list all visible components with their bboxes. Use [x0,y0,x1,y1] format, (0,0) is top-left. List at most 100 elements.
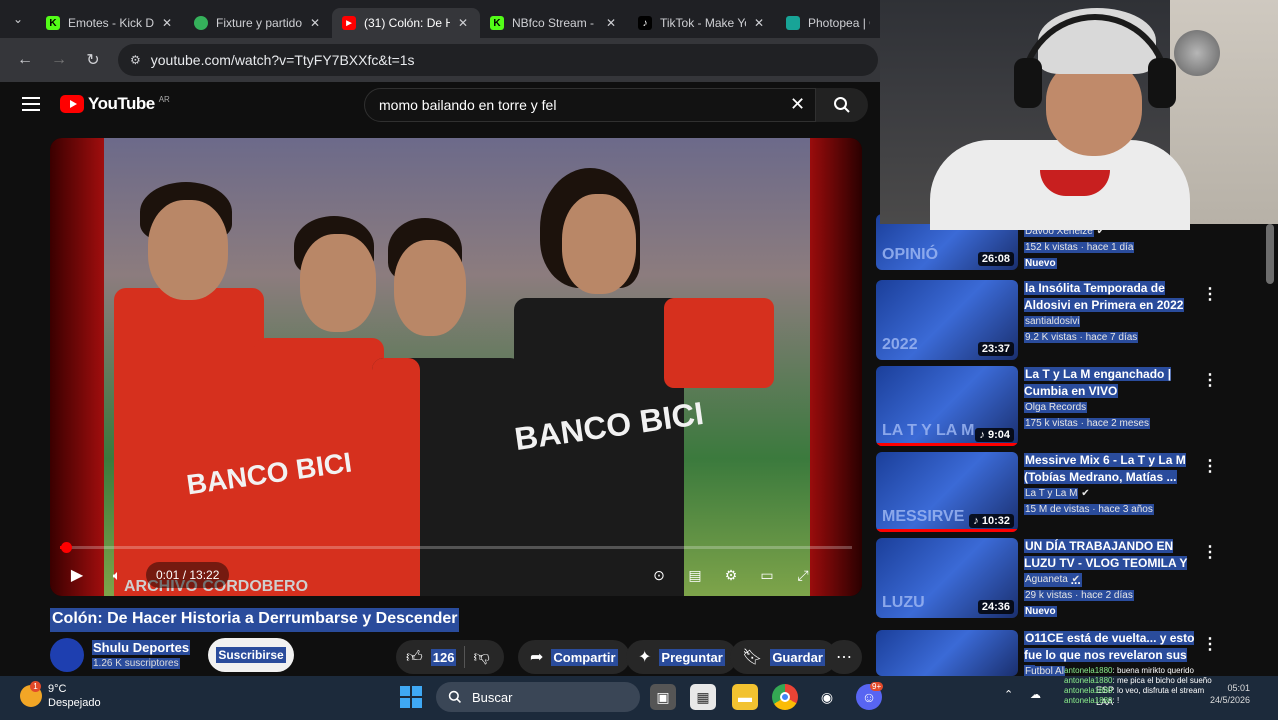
recommendation-item[interactable]: 2022 23:37 la Insólita Temporada de Aldo… [876,280,1264,362]
thumbnail-text: OPINIÓ [882,246,939,263]
bookmark-icon: 🔖︎ [742,649,763,666]
more-options-icon[interactable]: ⋮ [1202,542,1218,562]
recommendation-item[interactable]: LUZU 24:36 UN DÍA TRABAJANDO EN LUZU TV … [876,538,1264,620]
clear-search-icon[interactable]: ✕ [790,94,805,115]
weather-widget[interactable]: 1 9°C Despejado [20,681,101,710]
sidebar-scrollbar[interactable] [1266,224,1274,284]
channel-name[interactable]: Olga Records [1024,402,1088,413]
chat-message: antonela1880: ! [1064,696,1120,705]
theater-mode-icon[interactable]: ▭ [756,564,778,586]
more-actions-button[interactable]: ⋯ [826,640,862,674]
volume-icon[interactable]: 🔈︎ [104,562,130,588]
channel-name[interactable]: La T y La M ✔ [1024,488,1090,499]
tab-title: Fixture y partidos [216,16,302,30]
recommendation-item[interactable]: LA T Y LA M ♪ 9:04 La T y La M enganchad… [876,366,1264,448]
channel-name[interactable]: santialdosivi [1024,316,1081,327]
video-thumbnail[interactable]: MESSIRVE ♪ 10:32 [876,452,1018,532]
search-button[interactable] [816,88,868,122]
back-arrow-icon[interactable]: ← [8,43,42,77]
duration-badge: ♪ 9:04 [975,428,1014,442]
duration-badge: 26:08 [977,252,1014,266]
search-input[interactable]: momo bailando en torre y fel [364,88,816,122]
search-query: momo bailando en torre y fel [379,97,557,113]
watched-progress [876,529,1018,532]
close-tab-icon[interactable]: ✕ [754,16,766,30]
duration-badge: 24:36 [977,600,1014,614]
channel-avatar[interactable] [50,638,84,672]
tray-expand-icon[interactable]: ⌃ [1004,688,1013,701]
save-button[interactable]: 🔖︎ Guardar [730,640,837,674]
browser-tab[interactable]: Photopea | Onl [776,8,880,38]
chat-message: antonela1880: me pica el bicho del sueño [1064,676,1212,685]
forward-arrow-icon[interactable]: → [42,43,76,77]
tab-search-button[interactable]: ⌄ [0,0,36,38]
site-info-icon[interactable]: ⚙ [130,53,141,67]
player-right-controls: ⊙ ▤ ⚙ ▭ ⤢ [648,560,814,590]
watched-progress [876,443,1018,446]
recommendation-item[interactable]: MESSIRVE ♪ 10:32 Messirve Mix 6 - La T y… [876,452,1264,534]
like-button[interactable]: 👍︎ [406,648,423,667]
chrome-icon[interactable] [772,684,798,710]
browser-tab-active[interactable]: ▶ (31) Colón: De H ✕ [332,8,480,38]
like-dislike-group: 👍︎ 126 👎︎ [396,640,504,674]
close-tab-icon[interactable]: ✕ [162,16,174,30]
youtube-logo[interactable]: YouTube AR [60,94,170,114]
video-title[interactable]: la Insólita Temporada de Aldosivi en Pri… [1024,280,1200,314]
browser-tab[interactable]: ♪ TikTok - Make Yo ✕ [628,8,776,38]
video-thumbnail[interactable]: LUZU 24:36 [876,538,1018,618]
chat-message: antonela1880: buena mirikto querido [1064,666,1194,675]
play-icon[interactable]: ▶ [64,562,90,588]
video-thumbnail[interactable]: LA T Y LA M ♪ 9:04 [876,366,1018,446]
autoplay-toggle-icon[interactable]: ⊙ [648,564,670,586]
close-tab-icon[interactable]: ✕ [458,16,470,30]
subtitles-icon[interactable]: ▤ [684,564,706,586]
video-thumbnail[interactable] [876,630,1018,676]
video-thumbnail[interactable]: 2022 23:37 [876,280,1018,360]
more-options-icon[interactable]: ⋮ [1202,284,1218,304]
start-menu-icon[interactable] [400,686,422,708]
share-button[interactable]: ➦ Compartir [518,640,630,674]
close-tab-icon[interactable]: ✕ [310,16,322,30]
channel-name[interactable]: Shulu Deportes [92,640,191,655]
browser-tab[interactable]: Fixture y partidos ✕ [184,8,332,38]
channel-name[interactable]: Aguaneta ✔ [1024,574,1080,585]
channel-name[interactable]: Futbol Al [1024,666,1065,676]
close-tab-icon[interactable]: ✕ [606,16,618,30]
address-bar[interactable]: ⚙ youtube.com/watch?v=TtyFY7BXXfc&t=1s [118,44,878,76]
progress-scrubber[interactable] [61,542,72,553]
notification-badge: 1 [30,681,41,692]
fullscreen-icon[interactable]: ⤢ [792,564,814,586]
browser-tab[interactable]: K Emotes - Kick Das ✕ [36,8,184,38]
obs-icon[interactable]: ◉ [814,684,840,710]
browser-tab[interactable]: K NBfco Stream - K ✕ [480,8,628,38]
player-head [394,240,466,336]
subscribe-button[interactable]: Suscribirse [208,638,294,672]
file-explorer-icon[interactable]: ▬ [732,684,758,710]
subscriber-count: 1.26 K suscriptores [92,658,180,669]
sun-icon: 1 [20,681,42,707]
taskbar-search[interactable]: Buscar [436,682,640,712]
save-label: Guardar [770,648,825,666]
settings-gear-icon[interactable]: ⚙ [720,564,742,586]
cloud-icon[interactable]: ☁ [1030,688,1041,701]
chat-message: antonela1880: lo veo, disfruta el stream [1064,686,1205,695]
player-head [148,200,228,300]
video-player[interactable]: BANCO BICI BANCO BICI ARCHIVO CORDOBERO … [50,138,862,596]
more-options-icon[interactable]: ⋮ [1202,370,1218,390]
more-options-icon[interactable]: ⋮ [1202,634,1218,654]
thumbnail-text: LA T Y LA M [882,422,975,439]
video-title[interactable]: La T y La M enganchado | Cumbia en VIVO [1024,366,1200,400]
menu-icon[interactable] [22,97,40,111]
youtube-icon: ▶ [342,16,356,30]
ask-button[interactable]: ✦ Preguntar [626,640,737,674]
task-view-icon[interactable]: ▣ [650,684,676,710]
tab-title: NBfco Stream - K [512,16,598,30]
progress-bar[interactable] [60,542,852,553]
weather-condition: Despejado [48,697,101,709]
more-options-icon[interactable]: ⋮ [1202,456,1218,476]
reload-icon[interactable]: ↻ [76,43,110,77]
store-icon[interactable]: ▦ [690,684,716,710]
dislike-button[interactable]: 👎︎ [473,648,489,667]
youtube-play-icon [60,95,84,113]
video-title[interactable]: Messirve Mix 6 - La T y La M (Tobías Med… [1024,452,1200,486]
